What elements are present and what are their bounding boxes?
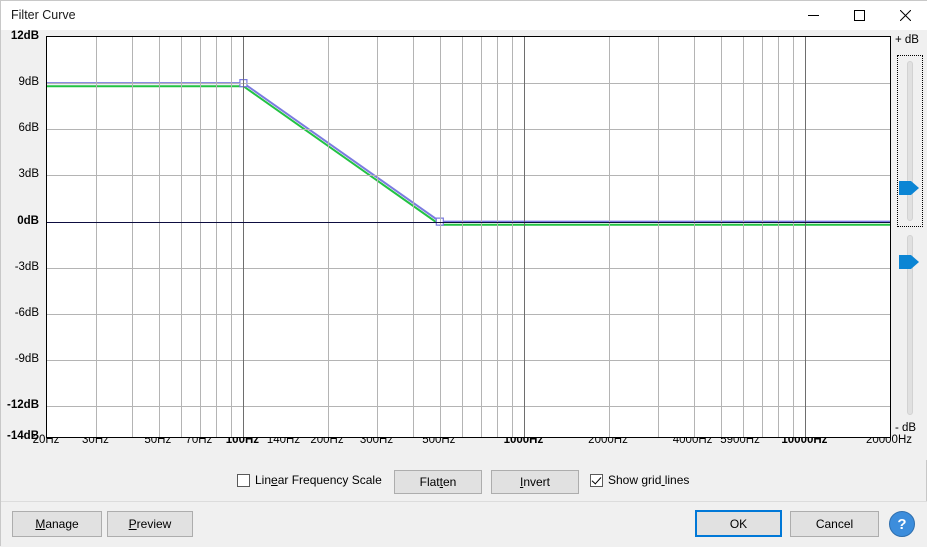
- linear-frequency-scale-label: Linear Frequency Scale: [255, 473, 382, 487]
- vertical-grid-line: [778, 37, 780, 437]
- horizontal-grid-line: [47, 267, 890, 269]
- vertical-grid-line: [462, 37, 464, 437]
- horizontal-grid-line: [47, 313, 890, 315]
- maximize-button[interactable]: [836, 1, 882, 30]
- vertical-grid-line: [377, 37, 379, 437]
- curve-canvas[interactable]: [46, 36, 891, 438]
- dialog-footer: Manage Preview OK Cancel ?: [1, 501, 927, 547]
- help-icon: ?: [897, 515, 907, 533]
- filter-curve-plot: 12dB 9dB 6dB 3dB 0dB -3dB -6dB -9dB -12dB -14dB 2…: [1, 30, 927, 460]
- y-axis-tick-label: 12dB: [10, 30, 39, 42]
- slider-min-label: - dB: [895, 422, 917, 434]
- vertical-grid-line: [693, 37, 695, 437]
- y-axis-tick-label: 3dB: [18, 168, 39, 181]
- manage-button[interactable]: Manage: [12, 511, 102, 537]
- invert-button[interactable]: Invert: [491, 470, 579, 494]
- vertical-grid-line: [412, 37, 414, 437]
- y-axis-tick-label: -12dB: [7, 399, 39, 412]
- vertical-grid-line: [131, 37, 133, 437]
- y-axis: 12dB 9dB 6dB 3dB 0dB -3dB -6dB -9dB -12dB -14dB: [1, 30, 45, 460]
- linear-frequency-scale-box[interactable]: [237, 473, 250, 487]
- horizontal-grid-line: [47, 406, 890, 408]
- title-bar: Filter Curve: [1, 1, 927, 30]
- y-axis-tick-label: 6dB: [18, 122, 39, 135]
- minimize-button[interactable]: [790, 1, 836, 30]
- curve-line-envelope: [47, 83, 890, 221]
- linear-frequency-scale-checkbox[interactable]: Linear Frequency Scale: [237, 473, 382, 487]
- manage-button-label: Manage: [35, 517, 79, 531]
- close-icon: [899, 10, 911, 21]
- cancel-button[interactable]: Cancel: [790, 511, 879, 537]
- vertical-grid-line: [158, 37, 160, 437]
- horizontal-grid-line: [47, 360, 890, 362]
- y-axis-tick-label: -3dB: [14, 260, 39, 273]
- show-grid-lines-box[interactable]: [590, 473, 603, 487]
- vertical-grid-line: [743, 37, 745, 437]
- vertical-grid-line: [805, 37, 807, 437]
- vertical-grid-line: [328, 37, 329, 437]
- vertical-grid-line: [480, 37, 482, 437]
- vertical-grid-line: [497, 37, 499, 437]
- vertical-grid-line: [761, 37, 763, 437]
- ok-button-label: OK: [729, 516, 748, 531]
- cancel-button-label: Cancel: [815, 517, 854, 531]
- flatten-button-label: Flatten: [419, 475, 457, 489]
- vertical-grid-line: [720, 37, 722, 437]
- zero-db-line: [47, 221, 890, 223]
- help-button[interactable]: ?: [889, 511, 915, 537]
- show-grid-lines-label: Show grid lines: [608, 473, 690, 487]
- invert-button-label: Invert: [519, 475, 551, 489]
- slider-thumb-icon: [899, 181, 919, 195]
- preview-button-label: Preview: [128, 517, 172, 531]
- vertical-grid-line: [792, 37, 794, 437]
- vertical-grid-line: [524, 37, 526, 437]
- db-max-slider-track[interactable]: [907, 61, 913, 221]
- horizontal-grid-line: [47, 129, 890, 131]
- options-row: Linear Frequency Scale Flatten Invert Sh…: [1, 461, 927, 501]
- vertical-grid-line: [216, 37, 218, 437]
- y-axis-tick-label: 0dB: [17, 214, 39, 227]
- horizontal-grid-line: [47, 83, 890, 85]
- slider-thumb-icon: [899, 255, 919, 269]
- ok-button[interactable]: OK: [695, 510, 782, 537]
- vertical-grid-line: [199, 37, 201, 437]
- horizontal-grid-line: [47, 175, 890, 177]
- close-button[interactable]: [882, 1, 927, 30]
- window-title: Filter Curve: [11, 8, 76, 22]
- vertical-grid-line: [181, 37, 183, 437]
- y-axis-tick-label: -6dB: [14, 306, 39, 319]
- flatten-button[interactable]: Flatten: [394, 470, 482, 494]
- vertical-grid-line: [658, 37, 660, 437]
- db-range-sliders: + dB - dB: [891, 30, 927, 460]
- curve-line-response: [47, 86, 890, 224]
- slider-max-label: + dB: [895, 34, 919, 46]
- curve-lines: [47, 37, 890, 437]
- y-axis-tick-label: 9dB: [18, 76, 39, 89]
- filter-curve-dialog: Filter Curve 12dB 9dB 6dB 3dB 0dB -3dB -…: [0, 0, 927, 547]
- window-controls: [790, 1, 927, 30]
- preview-button[interactable]: Preview: [107, 511, 193, 537]
- vertical-grid-line: [230, 37, 232, 437]
- vertical-grid-line: [439, 37, 441, 437]
- vertical-grid-line: [243, 37, 245, 437]
- vertical-grid-line: [96, 37, 98, 437]
- maximize-icon: [853, 10, 865, 21]
- minimize-icon: [807, 15, 819, 16]
- show-grid-lines-checkbox[interactable]: Show grid lines: [590, 473, 689, 487]
- vertical-grid-line: [511, 37, 513, 437]
- vertical-grid-line: [609, 37, 610, 437]
- y-axis-tick-label: -9dB: [14, 353, 39, 366]
